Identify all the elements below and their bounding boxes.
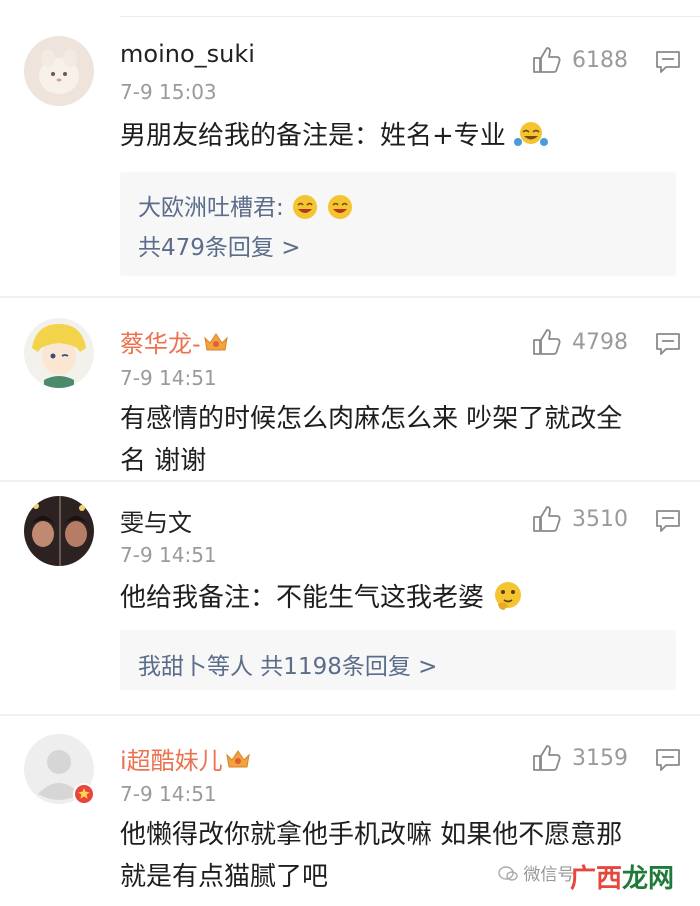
- avatar[interactable]: [24, 318, 94, 388]
- timestamp: 7-9 15:03: [120, 80, 217, 104]
- grinning-face-icon: [326, 193, 354, 227]
- like-count: 4798: [572, 329, 628, 355]
- timestamp: 7-9 14:51: [120, 366, 217, 390]
- vip-crown-icon: [225, 750, 250, 768]
- thumbs-up-icon: [533, 506, 561, 532]
- thumbs-up-icon: [533, 329, 561, 355]
- thumbs-up-icon: [533, 745, 561, 771]
- thumbs-up-icon: [533, 47, 561, 73]
- timestamp: 7-9 14:51: [120, 782, 217, 806]
- username[interactable]: i超酷妹儿: [120, 741, 251, 776]
- comment-text: 有感情的时候怎么肉麻怎么来 吵架了就改全 名 谢谢: [120, 404, 623, 476]
- like-button[interactable]: 4798: [532, 328, 628, 356]
- watermark: 微信号: [498, 860, 574, 885]
- comment-icon[interactable]: [655, 332, 681, 356]
- watermark-logo: 广西龙网: [570, 864, 675, 894]
- reply-preview[interactable]: 大欧洲吐槽君: 共479条回复 >: [120, 172, 676, 276]
- like-count: 6188: [572, 47, 628, 73]
- username[interactable]: 蔡华龙-: [120, 324, 229, 359]
- like-count: 3510: [572, 506, 628, 532]
- reply-count-link[interactable]: 共479条回复 >: [138, 228, 300, 262]
- thinking-face-icon: [492, 580, 524, 625]
- comment-text: 男朋友给我的备注是：姓名+专业: [120, 115, 664, 163]
- avatar[interactable]: [24, 496, 94, 566]
- avatar[interactable]: [24, 36, 94, 106]
- comment-icon[interactable]: [655, 50, 681, 74]
- comment-icon[interactable]: [655, 748, 681, 772]
- like-button[interactable]: 3510: [532, 505, 628, 533]
- laughing-face-icon: [514, 120, 549, 163]
- username[interactable]: 雯与文: [120, 503, 192, 538]
- wechat-icon: [498, 866, 518, 881]
- divider: [0, 714, 700, 716]
- like-count: 3159: [572, 745, 628, 771]
- like-button[interactable]: 3159: [532, 744, 628, 772]
- comment-feed: moino_suki 7-9 15:03 6188 男朋友给我的备注是：姓名+专…: [0, 0, 700, 906]
- timestamp: 7-9 14:51: [120, 543, 217, 567]
- divider: [0, 480, 700, 482]
- comment-icon[interactable]: [655, 509, 681, 533]
- divider: [0, 296, 700, 298]
- reply-author[interactable]: 大欧洲吐槽君:: [138, 188, 354, 227]
- vip-crown-icon: [203, 333, 228, 351]
- comment-text: 他给我备注：不能生气这我老婆: [120, 577, 664, 625]
- avatar[interactable]: [24, 734, 95, 805]
- like-button[interactable]: 6188: [532, 46, 628, 74]
- divider: [120, 16, 700, 17]
- reply-preview[interactable]: 我甜卜等人 共1198条回复 >: [120, 630, 676, 690]
- grinning-face-icon: [291, 193, 319, 227]
- username[interactable]: moino_suki: [120, 40, 255, 68]
- reply-count-link[interactable]: 我甜卜等人 共1198条回复 >: [138, 647, 437, 681]
